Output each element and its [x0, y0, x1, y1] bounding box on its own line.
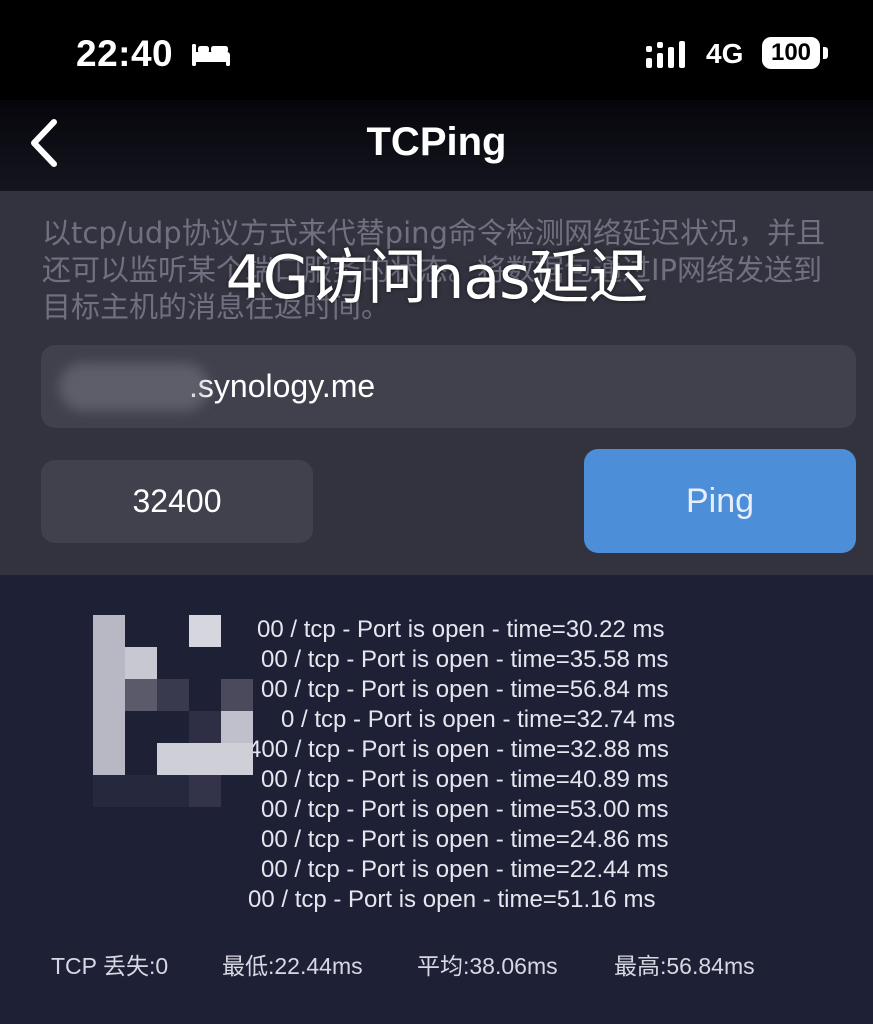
battery-cap	[823, 47, 828, 59]
ping-button[interactable]: Ping	[584, 449, 856, 553]
overlay-caption: 4G访问nas延迟	[225, 243, 649, 313]
stats-row: TCP 丢失:0 最低:22.44ms 平均:38.06ms 最高:56.84m…	[0, 947, 873, 979]
nav-bar: TCPing	[0, 100, 873, 191]
port-input[interactable]: 32400	[41, 460, 313, 543]
redaction-mosaic	[47, 611, 287, 911]
stat-loss: TCP 丢失:0	[51, 953, 169, 979]
input-panel: 以tcp/udp协议方式来代替ping命令检测网络延迟状况，并且还可以监听某个端…	[0, 191, 873, 575]
battery-indicator: 100	[762, 37, 820, 69]
host-input[interactable]: .synology.me	[41, 345, 856, 428]
host-redaction-blur	[59, 363, 209, 411]
signal-icon	[646, 41, 685, 68]
clock: 22:40	[76, 33, 174, 74]
status-bar: 22:40 4G 100	[0, 0, 873, 100]
bed-icon	[192, 44, 230, 66]
network-type-label: 4G	[706, 38, 744, 69]
stat-avg: 平均:38.06ms	[417, 953, 558, 979]
stat-max: 最高:56.84ms	[614, 953, 755, 979]
page-title: TCPing	[366, 120, 507, 164]
stat-min: 最低:22.44ms	[222, 953, 363, 979]
results-panel: 00 / tcp - Port is open - time=30.22 ms …	[0, 575, 873, 1024]
